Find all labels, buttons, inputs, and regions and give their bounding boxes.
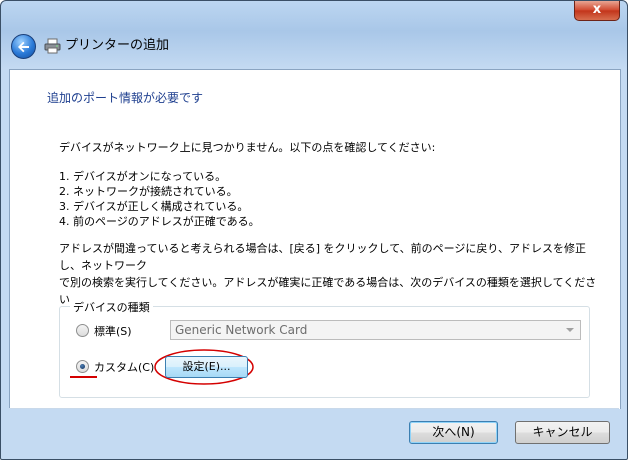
group-label: デバイスの種類 (70, 299, 153, 315)
page-heading: 追加のポート情報が必要です (47, 91, 204, 105)
custom-radio-label[interactable]: カスタム(C) (94, 359, 154, 375)
cancel-button[interactable]: キャンセル (515, 421, 610, 444)
intro-text: デバイスがネットワーク上に見つかりません。以下の点を確認してください: (59, 141, 436, 154)
standard-radio[interactable] (76, 324, 89, 337)
annotation-underline (70, 376, 97, 378)
checklist-item: 4. 前のページのアドレスが正確である。 (59, 215, 260, 228)
next-button[interactable]: 次へ(N) (409, 421, 498, 444)
dialog-window: x プリンターの追加 追加のポート情報が必要です デバイスがネットワーク上に見つ… (0, 0, 628, 460)
footer-divider (9, 408, 619, 409)
note-text: アドレスが間違っていると考えられる場合は、[戻る] をクリックして、前のページに… (59, 240, 599, 308)
checklist-item: 3. デバイスが正しく構成されている。 (59, 200, 249, 213)
checklist-item: 1. デバイスがオンになっている。 (59, 170, 227, 183)
settings-button[interactable]: 設定(E)... (165, 356, 248, 378)
standard-device-select-value: Generic Network Card (175, 323, 308, 337)
standard-device-select[interactable]: Generic Network Card (170, 320, 581, 340)
content-panel: 追加のポート情報が必要です デバイスがネットワーク上に見つかりません。以下の点を… (9, 69, 621, 409)
close-button[interactable]: x (574, 1, 620, 21)
checklist: 1. デバイスがオンになっている。 2. ネットワークが接続されている。 3. … (59, 169, 260, 229)
window-title: プリンターの追加 (65, 38, 170, 53)
note-line-1: アドレスが間違っていると考えられる場合は、[戻る] をクリックして、前のページに… (59, 242, 586, 272)
checklist-item: 2. ネットワークが接続されている。 (59, 185, 238, 198)
back-button[interactable] (11, 34, 36, 59)
custom-radio[interactable] (76, 360, 89, 373)
chevron-down-icon (566, 328, 574, 332)
standard-radio-label[interactable]: 標準(S) (94, 323, 132, 339)
device-type-group: デバイスの種類 標準(S) Generic Network Card カスタム(… (59, 299, 590, 398)
printer-icon (44, 38, 61, 54)
back-arrow-icon (18, 41, 29, 53)
